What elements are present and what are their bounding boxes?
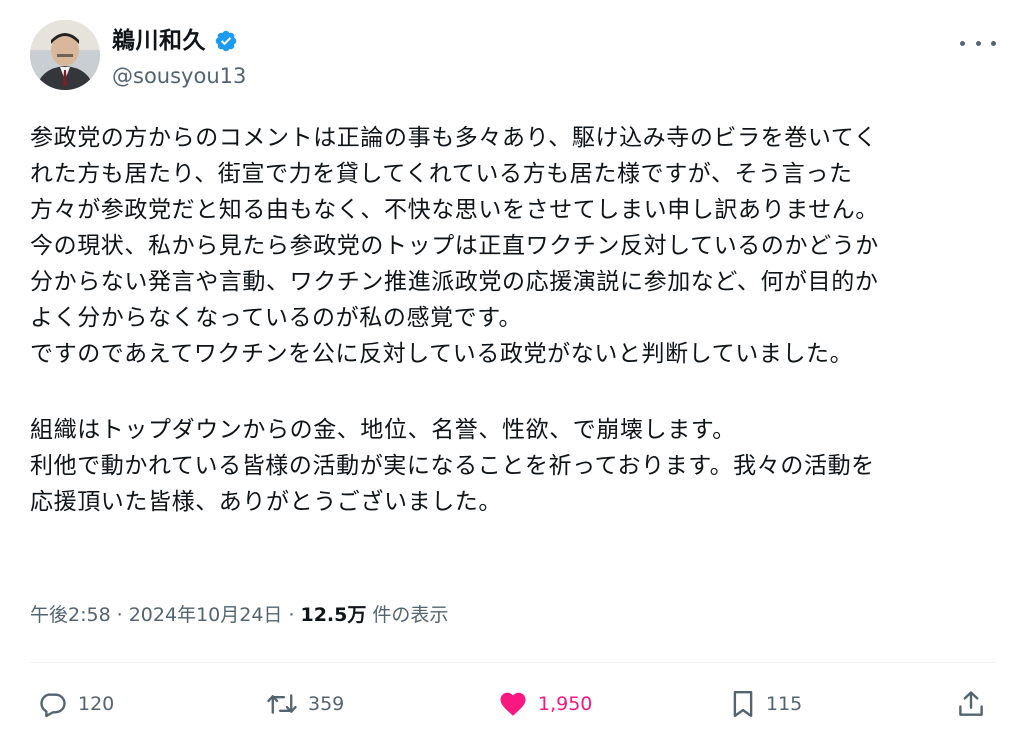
- like-button[interactable]: 1,950: [498, 684, 592, 724]
- tweet-card: 鵜川和久 @sousyou13 参政党の方からのコメントは正論の事も多々あり、駆…: [0, 0, 1024, 740]
- retweet-button[interactable]: 359: [266, 684, 344, 724]
- action-bar: 120 359 1,950 115: [30, 684, 996, 724]
- retweet-count: 359: [308, 693, 345, 715]
- tweet-line: 応援頂いた皆様、ありがとうございました。: [30, 489, 502, 515]
- reply-button[interactable]: 120: [38, 684, 114, 724]
- bookmark-button[interactable]: 115: [730, 684, 802, 724]
- display-name[interactable]: 鵜川和久: [112, 26, 238, 56]
- tweet-line: 組織はトップダウンからの金、地位、名誉、性欲、で崩壊します。: [30, 417, 736, 443]
- verified-badge-icon: [215, 30, 237, 52]
- heart-icon: [500, 692, 526, 716]
- profile-photo-icon: [30, 20, 100, 90]
- views-label: 件の表示: [372, 604, 449, 626]
- tweet-line: 利他で動かれている皆様の活動が実になることを祈っております。我々の活動を: [30, 453, 875, 479]
- share-button[interactable]: [956, 684, 986, 724]
- more-dot-icon: [960, 40, 965, 46]
- like-count: 1,950: [538, 693, 593, 715]
- tweet-line: 方々が参政党だと知る由もなく、不快な思いをさせてしまい申し訳ありません。: [30, 197, 879, 223]
- more-dot-icon: [991, 40, 996, 46]
- tweet-line: 参政党の方からのコメントは正論の事も多々あり、駆け込み寺のビラを巻いてく: [30, 125, 878, 151]
- tweet-date[interactable]: 2024年10月24日: [129, 602, 283, 628]
- meta-separator: ·: [116, 604, 123, 626]
- divider: [30, 662, 996, 663]
- tweet-line: れた方も居たり、街宣で力を貸してくれている方も居た様ですが、そう言った: [30, 161, 853, 187]
- more-dot-icon: [975, 40, 981, 46]
- retweet-icon: [267, 694, 297, 714]
- meta-separator: ·: [288, 604, 295, 626]
- more-options-button[interactable]: [960, 36, 996, 50]
- tweet-line: 分からない発言や言動、ワクチン推進派政党の応援演説に参加など、何が目的か: [30, 269, 879, 295]
- views-count[interactable]: 12.5万: [300, 602, 366, 628]
- user-handle[interactable]: @sousyou13: [112, 62, 246, 90]
- reply-count: 120: [78, 693, 115, 715]
- bookmark-count: 115: [766, 693, 803, 715]
- reply-icon: [40, 693, 66, 718]
- tweet-line: ですのであえてワクチンを公に反対している政党がないと判断していました。: [30, 341, 854, 367]
- share-icon: [959, 691, 983, 716]
- display-name-text[interactable]: 鵜川和久: [112, 26, 206, 56]
- avatar[interactable]: [30, 20, 100, 90]
- tweet-meta: 午後2:58 · 2024年10月24日 · 12.5万 件の表示: [30, 602, 448, 628]
- tweet-line: 今の現状、私から見たら参政党のトップは正直ワクチン反対しているのかどうか: [30, 233, 879, 259]
- tweet-time[interactable]: 午後2:58: [30, 602, 111, 628]
- bookmark-icon: [733, 690, 753, 718]
- tweet-line: よく分からなくなっているのが私の感覚です。: [30, 305, 523, 331]
- tweet-text: 参政党の方からのコメントは正論の事も多々あり、駆け込み寺のビラを巻いてく れた方…: [30, 120, 1005, 520]
